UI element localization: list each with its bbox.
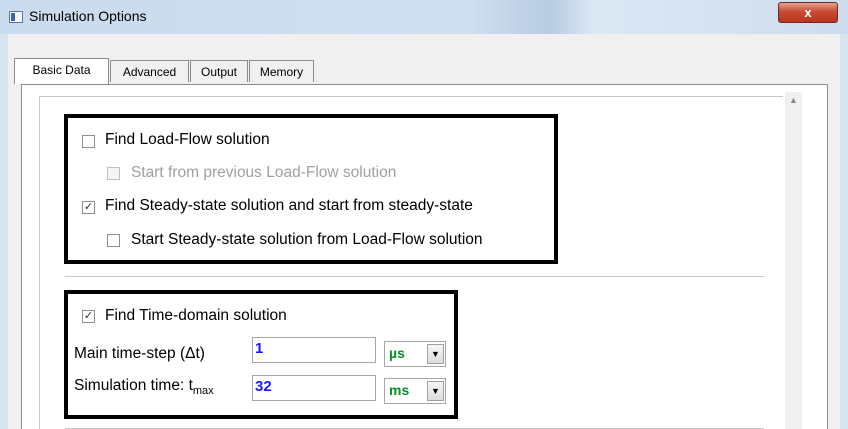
chevron-down-icon[interactable]: ▼ [427,381,444,401]
simulation-time-unit-value: ms [389,382,410,398]
tab-advanced[interactable]: Advanced [110,60,189,82]
simulation-time-label: Simulation time: tmax [74,377,214,397]
tab-output[interactable]: Output [190,60,248,82]
simulation-time-input[interactable]: 32 [252,375,376,401]
simulation-time-unit-select[interactable]: ms ▼ [384,378,446,404]
main-timestep-label: Main time-step (Δt) [74,345,205,362]
start-previous-load-flow-label: Start from previous Load-Flow solution [131,164,397,181]
find-time-domain-label: Find Time-domain solution [105,307,287,324]
close-button[interactable]: x [778,2,838,23]
steady-from-load-flow-label: Start Steady-state solution from Load-Fl… [131,231,483,248]
find-load-flow-checkbox[interactable] [82,135,95,148]
scroll-up-arrow-icon[interactable]: ▲ [785,92,802,109]
simulation-time-label-subscript: max [192,385,214,397]
section-divider [65,276,764,277]
find-load-flow-label: Find Load-Flow solution [105,131,270,148]
vertical-scrollbar[interactable]: ▲ [785,92,802,429]
start-previous-load-flow-checkbox[interactable] [107,167,120,180]
find-steady-state-checkbox[interactable]: ✓ [82,201,95,214]
simulation-time-label-prefix: Simulation time: t [74,377,193,394]
steady-from-load-flow-checkbox[interactable] [107,234,120,247]
tab-memory[interactable]: Memory [249,60,314,82]
find-time-domain-checkbox[interactable]: ✓ [82,310,95,323]
timestep-unit-select[interactable]: µs ▼ [384,341,446,367]
tab-basic-data[interactable]: Basic Data [14,58,109,84]
title-bar[interactable]: Simulation Options x [0,0,848,34]
window-app-icon [9,11,23,23]
find-steady-state-label: Find Steady-state solution and start fro… [105,197,473,214]
window-title: Simulation Options [29,8,147,24]
timestep-unit-value: µs [389,345,405,361]
main-timestep-input[interactable]: 1 [252,337,376,363]
chevron-down-icon[interactable]: ▼ [427,344,444,364]
